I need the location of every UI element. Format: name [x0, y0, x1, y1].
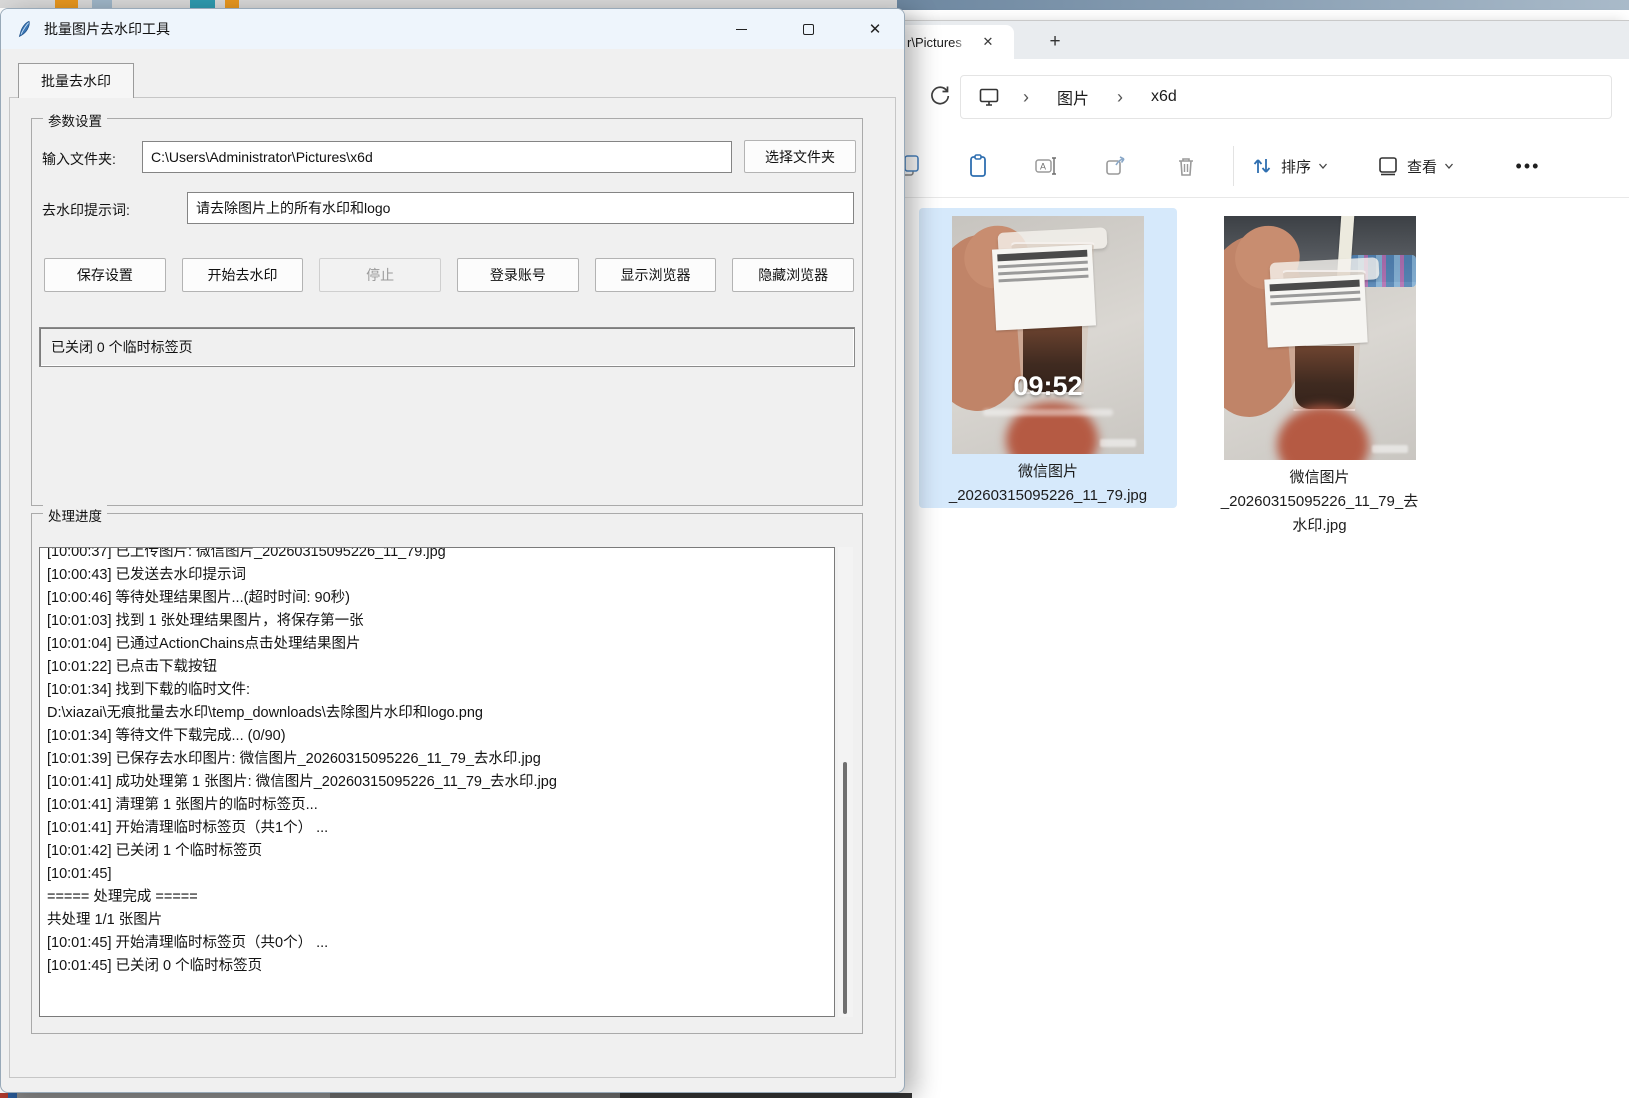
photo-thumbnail: 09:52: [952, 216, 1144, 454]
background-accent: [55, 0, 78, 8]
show-browser-button[interactable]: 显示浏览器: [595, 258, 717, 292]
group-title: 参数设置: [43, 110, 107, 130]
background-accent: [225, 0, 239, 8]
more-options-button[interactable]: •••: [1506, 148, 1550, 184]
maximize-button[interactable]: [785, 9, 831, 49]
background-window-edge: [897, 0, 1629, 10]
progress-group: 处理进度 [10:00:37] 已上传图片: 微信图片_202603150952…: [31, 513, 863, 1034]
explorer-address-bar: › 图片 › x6d: [898, 59, 1629, 134]
minimize-button[interactable]: [718, 9, 764, 49]
close-icon: ✕: [869, 22, 882, 37]
file-name: 微信图片 _20260315095226_11_79_去 水印.jpg: [1221, 466, 1418, 538]
this-pc-icon[interactable]: [977, 85, 1001, 109]
explorer-tab-bar: r\Pictures ✕ +: [898, 21, 1629, 59]
breadcrumb[interactable]: › 图片 › x6d: [960, 75, 1612, 119]
background-accent: [92, 0, 112, 8]
chevron-down-icon: [1444, 161, 1454, 171]
log-scrollbar[interactable]: [838, 547, 853, 1017]
delete-icon[interactable]: [1171, 151, 1201, 181]
app-title: 批量图片去水印工具: [44, 19, 170, 39]
explorer-toolbar: A 排序 查看 •••: [898, 134, 1629, 198]
prompt-label: 去水印提示词:: [42, 200, 130, 220]
background-accent: [330, 1093, 620, 1098]
sort-button[interactable]: 排序: [1250, 148, 1328, 184]
date-watermark-blur: [983, 409, 1114, 416]
explorer-file-area: 09:52 微信图片 _20260315095226_11_79.jpg: [898, 198, 1629, 1098]
input-folder-label: 输入文件夹:: [42, 149, 116, 169]
start-removal-button[interactable]: 开始去水印: [182, 258, 304, 292]
background-window-strip-bottom: [0, 1093, 912, 1098]
photo-red-blur: [1277, 406, 1369, 460]
photo-cup-liquid: [1295, 346, 1354, 409]
file-name: 微信图片 _20260315095226_11_79.jpg: [949, 460, 1147, 508]
new-tab-button[interactable]: +: [1042, 29, 1068, 55]
view-layout-icon: [1376, 154, 1400, 178]
close-button[interactable]: ✕: [852, 9, 898, 49]
background-accent: [190, 0, 215, 8]
background-accent: [620, 1093, 912, 1098]
toolbar-divider: [1233, 146, 1234, 186]
log-scrollbar-thumb[interactable]: [843, 762, 847, 1014]
window-controls: ✕: [697, 9, 898, 49]
maximize-icon: [803, 24, 814, 35]
tab-batch-removal[interactable]: 批量去水印: [18, 63, 134, 98]
svg-text:A: A: [1040, 162, 1046, 172]
corner-watermark: [1100, 439, 1136, 447]
progress-log-box[interactable]: [10:00:37] 已上传图片: 微信图片_20260315095226_11…: [39, 547, 835, 1017]
save-settings-button[interactable]: 保存设置: [44, 258, 166, 292]
file-item-original[interactable]: 09:52 微信图片 _20260315095226_11_79.jpg: [919, 208, 1177, 508]
time-watermark: 09:52: [952, 371, 1144, 402]
rename-icon[interactable]: A: [1031, 151, 1061, 181]
view-label: 查看: [1407, 156, 1437, 177]
chevron-right-icon: ›: [1023, 87, 1029, 108]
tab-close-icon[interactable]: ✕: [977, 31, 999, 53]
file-item-watermark-removed[interactable]: 微信图片 _20260315095226_11_79_去 水印.jpg: [1201, 208, 1438, 552]
choose-folder-button[interactable]: 选择文件夹: [744, 140, 856, 173]
breadcrumb-item-x6d[interactable]: x6d: [1145, 84, 1183, 110]
sort-label: 排序: [1281, 156, 1311, 177]
watermark-tool-window: 批量图片去水印工具 ✕ 批量去水印 参数设置 输入文件夹: 选择文件夹 去水印提…: [0, 8, 905, 1093]
corner-watermark: [1372, 445, 1408, 453]
status-message-box: 已关闭 0 个临时标签页: [39, 327, 855, 367]
photo-cup-label: [992, 244, 1096, 330]
background-accent: [8, 1093, 17, 1098]
photo-thumbnail: [1224, 216, 1416, 460]
chevron-right-icon: ›: [1117, 87, 1123, 108]
background-window-strip-top: [0, 0, 1629, 8]
hide-browser-button[interactable]: 隐藏浏览器: [732, 258, 854, 292]
chevron-down-icon: [1318, 161, 1328, 171]
view-button[interactable]: 查看: [1376, 148, 1454, 184]
group-title: 处理进度: [43, 505, 107, 525]
sort-arrows-icon: [1250, 154, 1274, 178]
minimize-icon: [736, 29, 747, 30]
photo-cup-label: [1264, 274, 1367, 347]
app-title-bar[interactable]: 批量图片去水印工具 ✕: [1, 9, 904, 49]
action-buttons-row: 保存设置 开始去水印 停止 登录账号 显示浏览器 隐藏浏览器: [44, 258, 854, 292]
prompt-field[interactable]: [187, 192, 854, 224]
stop-button: 停止: [319, 258, 441, 292]
share-icon[interactable]: [1101, 151, 1131, 181]
paste-icon[interactable]: [964, 151, 994, 181]
screen: r\Pictures ✕ + › 图片 › x6d: [0, 0, 1629, 1098]
tk-feather-icon: [16, 20, 34, 38]
background-accent: [0, 1093, 8, 1098]
breadcrumb-item-pictures[interactable]: 图片: [1051, 81, 1095, 113]
explorer-tab-title: r\Pictures: [907, 35, 969, 50]
input-folder-field[interactable]: [142, 141, 732, 173]
progress-log: [10:00:37] 已上传图片: 微信图片_20260315095226_11…: [40, 547, 834, 980]
login-account-button[interactable]: 登录账号: [457, 258, 579, 292]
explorer-tab[interactable]: r\Pictures ✕: [898, 25, 1014, 59]
refresh-icon[interactable]: [926, 82, 954, 110]
parameter-settings-group: 参数设置 输入文件夹: 选择文件夹 去水印提示词: 保存设置 开始去水印 停止 …: [31, 118, 863, 506]
file-explorer-window: r\Pictures ✕ + › 图片 › x6d: [897, 20, 1629, 1098]
